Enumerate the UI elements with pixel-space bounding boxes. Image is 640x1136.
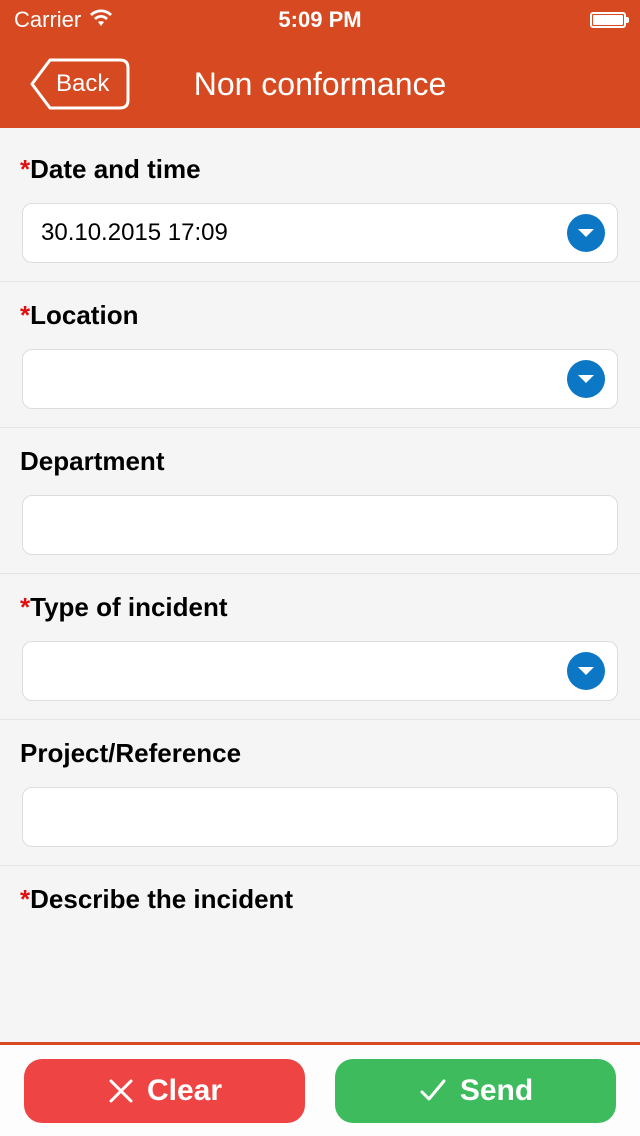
send-button[interactable]: Send (335, 1059, 616, 1123)
section-location: *Location (0, 282, 640, 428)
back-button[interactable]: Back (30, 58, 130, 110)
back-label: Back (56, 70, 109, 98)
battery-icon (590, 12, 626, 28)
value-datetime: 30.10.2015 17:09 (41, 219, 567, 247)
status-left: Carrier (14, 7, 113, 33)
clear-label: Clear (147, 1074, 222, 1108)
input-incident-type[interactable] (22, 641, 618, 701)
label-location: *Location (20, 300, 630, 331)
close-icon (107, 1077, 135, 1105)
section-describe: *Describe the incident (0, 866, 640, 941)
label-department: Department (20, 446, 630, 477)
nav-bar: Back Non conformance (0, 40, 640, 128)
dropdown-icon[interactable] (567, 652, 605, 690)
section-incident-type: *Type of incident (0, 574, 640, 720)
section-project: Project/Reference (0, 720, 640, 866)
form-content: *Date and time 30.10.2015 17:09 *Locatio… (0, 128, 640, 1042)
label-datetime: *Date and time (20, 154, 630, 185)
bottom-bar: Clear Send (0, 1045, 640, 1136)
dropdown-icon[interactable] (567, 360, 605, 398)
section-datetime: *Date and time 30.10.2015 17:09 (0, 128, 640, 282)
carrier-label: Carrier (14, 7, 81, 33)
label-describe: *Describe the incident (20, 884, 630, 915)
input-location[interactable] (22, 349, 618, 409)
status-time: 5:09 PM (278, 7, 361, 33)
wifi-icon (89, 7, 113, 33)
section-department: Department (0, 428, 640, 574)
clear-button[interactable]: Clear (24, 1059, 305, 1123)
input-department[interactable] (22, 495, 618, 555)
dropdown-icon[interactable] (567, 214, 605, 252)
page-title: Non conformance (194, 66, 447, 103)
input-datetime[interactable]: 30.10.2015 17:09 (22, 203, 618, 263)
input-project[interactable] (22, 787, 618, 847)
label-incident-type: *Type of incident (20, 592, 630, 623)
send-label: Send (460, 1074, 533, 1108)
label-project: Project/Reference (20, 738, 630, 769)
check-icon (418, 1077, 448, 1105)
status-bar: Carrier 5:09 PM (0, 0, 640, 40)
